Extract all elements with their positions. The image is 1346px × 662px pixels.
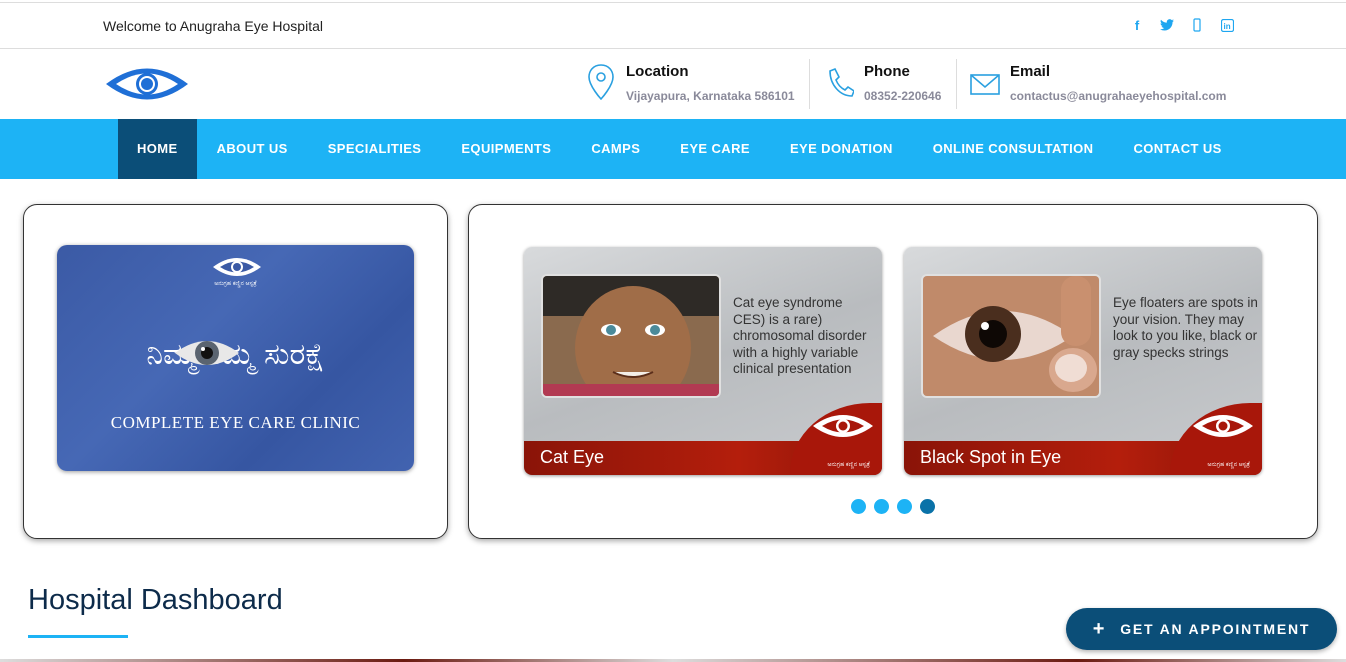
slide-description: Eye floaters are spots in your vision. T… xyxy=(1113,295,1258,360)
clinic-caption: COMPLETE EYE CARE CLINIC xyxy=(110,413,361,432)
carousel-dot[interactable] xyxy=(874,499,889,514)
facebook-icon[interactable]: f xyxy=(1130,17,1144,33)
slide-title: Black Spot in Eye xyxy=(920,447,1062,467)
main-nav: HOME ABOUT US SPECIALITIES EQUIPMENTS CA… xyxy=(0,119,1346,179)
nav-item-equipments[interactable]: EQUIPMENTS xyxy=(441,119,571,179)
phone-title: Phone xyxy=(864,63,910,80)
top-bar: Welcome to Anugraha Eye Hospital f in xyxy=(0,2,1346,49)
eye-image xyxy=(175,341,239,365)
linkedin-icon[interactable]: in xyxy=(1220,17,1234,33)
welcome-text: Welcome to Anugraha Eye Hospital xyxy=(103,18,323,34)
site-header: Location Vijayapura, Karnataka 586101 Ph… xyxy=(0,49,1346,119)
phone-value: 08352-220646 xyxy=(864,89,942,103)
nav-item-eye-care[interactable]: EYE CARE xyxy=(660,119,770,179)
location-info: Location Vijayapura, Karnataka 586101 xyxy=(586,57,795,109)
carousel-card: Cat eye syndrome CES) is a rare) chromos… xyxy=(468,204,1318,539)
corner-caption: ಅನುಗ್ರಹ ಕಣ್ಣಿನ ಆಸ್ಪತ್ರೆ xyxy=(827,462,870,468)
carousel-dot[interactable] xyxy=(851,499,866,514)
instagram-icon[interactable] xyxy=(1190,17,1204,33)
carousel-dot[interactable] xyxy=(897,499,912,514)
twitter-icon[interactable] xyxy=(1160,17,1174,33)
carousel-slide[interactable]: Cat eye syndrome CES) is a rare) chromos… xyxy=(524,247,882,475)
location-value: Vijayapura, Karnataka 586101 xyxy=(626,89,795,103)
get-appointment-button[interactable]: + GET AN APPOINTMENT xyxy=(1066,608,1337,650)
nav-item-specialities[interactable]: SPECIALITIES xyxy=(308,119,442,179)
hero-card: ಅನುಗ್ರಹ ಕಣ್ಣಿನ ಆಸ್ಪತ್ರೆ ನಿಮ್ಮ ನಮ್ಮ ಸುರಕ್… xyxy=(23,204,448,539)
carousel-dots xyxy=(851,499,935,514)
nav-item-online-consultation[interactable]: ONLINE CONSULTATION xyxy=(913,119,1114,179)
carousel-dot-active[interactable] xyxy=(920,499,935,514)
corner-logo xyxy=(1193,415,1253,437)
nav-item-home[interactable]: HOME xyxy=(118,119,197,179)
nav-item-eye-donation[interactable]: EYE DONATION xyxy=(770,119,913,179)
phone-icon xyxy=(829,67,854,97)
phone-info: Phone 08352-220646 xyxy=(824,57,941,109)
email-info: Email contactus@anugrahaeyehospital.com xyxy=(970,57,1226,109)
dashboard-title: Hospital Dashboard xyxy=(28,584,283,616)
hospital-logo[interactable] xyxy=(104,61,190,107)
location-title: Location xyxy=(626,63,689,80)
divider xyxy=(809,59,810,109)
social-links: f in xyxy=(1130,17,1234,33)
banner-logo xyxy=(213,258,261,276)
title-underline xyxy=(28,635,128,638)
slide-title: Cat Eye xyxy=(540,447,605,467)
nav-item-about-us[interactable]: ABOUT US xyxy=(197,119,308,179)
corner-caption: ಅನುಗ್ರಹ ಕಣ್ಣಿನ ಆಸ್ಪತ್ರೆ xyxy=(1207,462,1250,468)
slide-photo xyxy=(541,274,721,398)
nav-item-contact-us[interactable]: CONTACT US xyxy=(1113,119,1241,179)
svg-text:in: in xyxy=(1223,22,1230,31)
appointment-label: GET AN APPOINTMENT xyxy=(1120,621,1311,637)
carousel-slide[interactable]: Eye floaters are spots in your vision. T… xyxy=(904,247,1262,475)
slide-photo xyxy=(921,274,1101,398)
location-pin-icon xyxy=(588,64,614,101)
plus-icon: + xyxy=(1092,617,1107,640)
logo-caption: ಅನುಗ್ರಹ ಕಣ್ಣಿನ ಆಸ್ಪತ್ರೆ xyxy=(214,281,257,287)
divider xyxy=(956,59,957,109)
email-title: Email xyxy=(1010,63,1051,80)
nav-item-camps[interactable]: CAMPS xyxy=(571,119,660,179)
email-value[interactable]: contactus@anugrahaeyehospital.com xyxy=(1010,89,1226,103)
corner-logo xyxy=(813,415,873,437)
envelope-icon xyxy=(970,74,1000,95)
slide-description: Cat eye syndrome CES) is a rare) chromos… xyxy=(733,295,867,376)
clinic-banner: ಅನುಗ್ರಹ ಕಣ್ಣಿನ ಆಸ್ಪತ್ರೆ ನಿಮ್ಮ ನಮ್ಮ ಸುರಕ್… xyxy=(57,245,414,471)
